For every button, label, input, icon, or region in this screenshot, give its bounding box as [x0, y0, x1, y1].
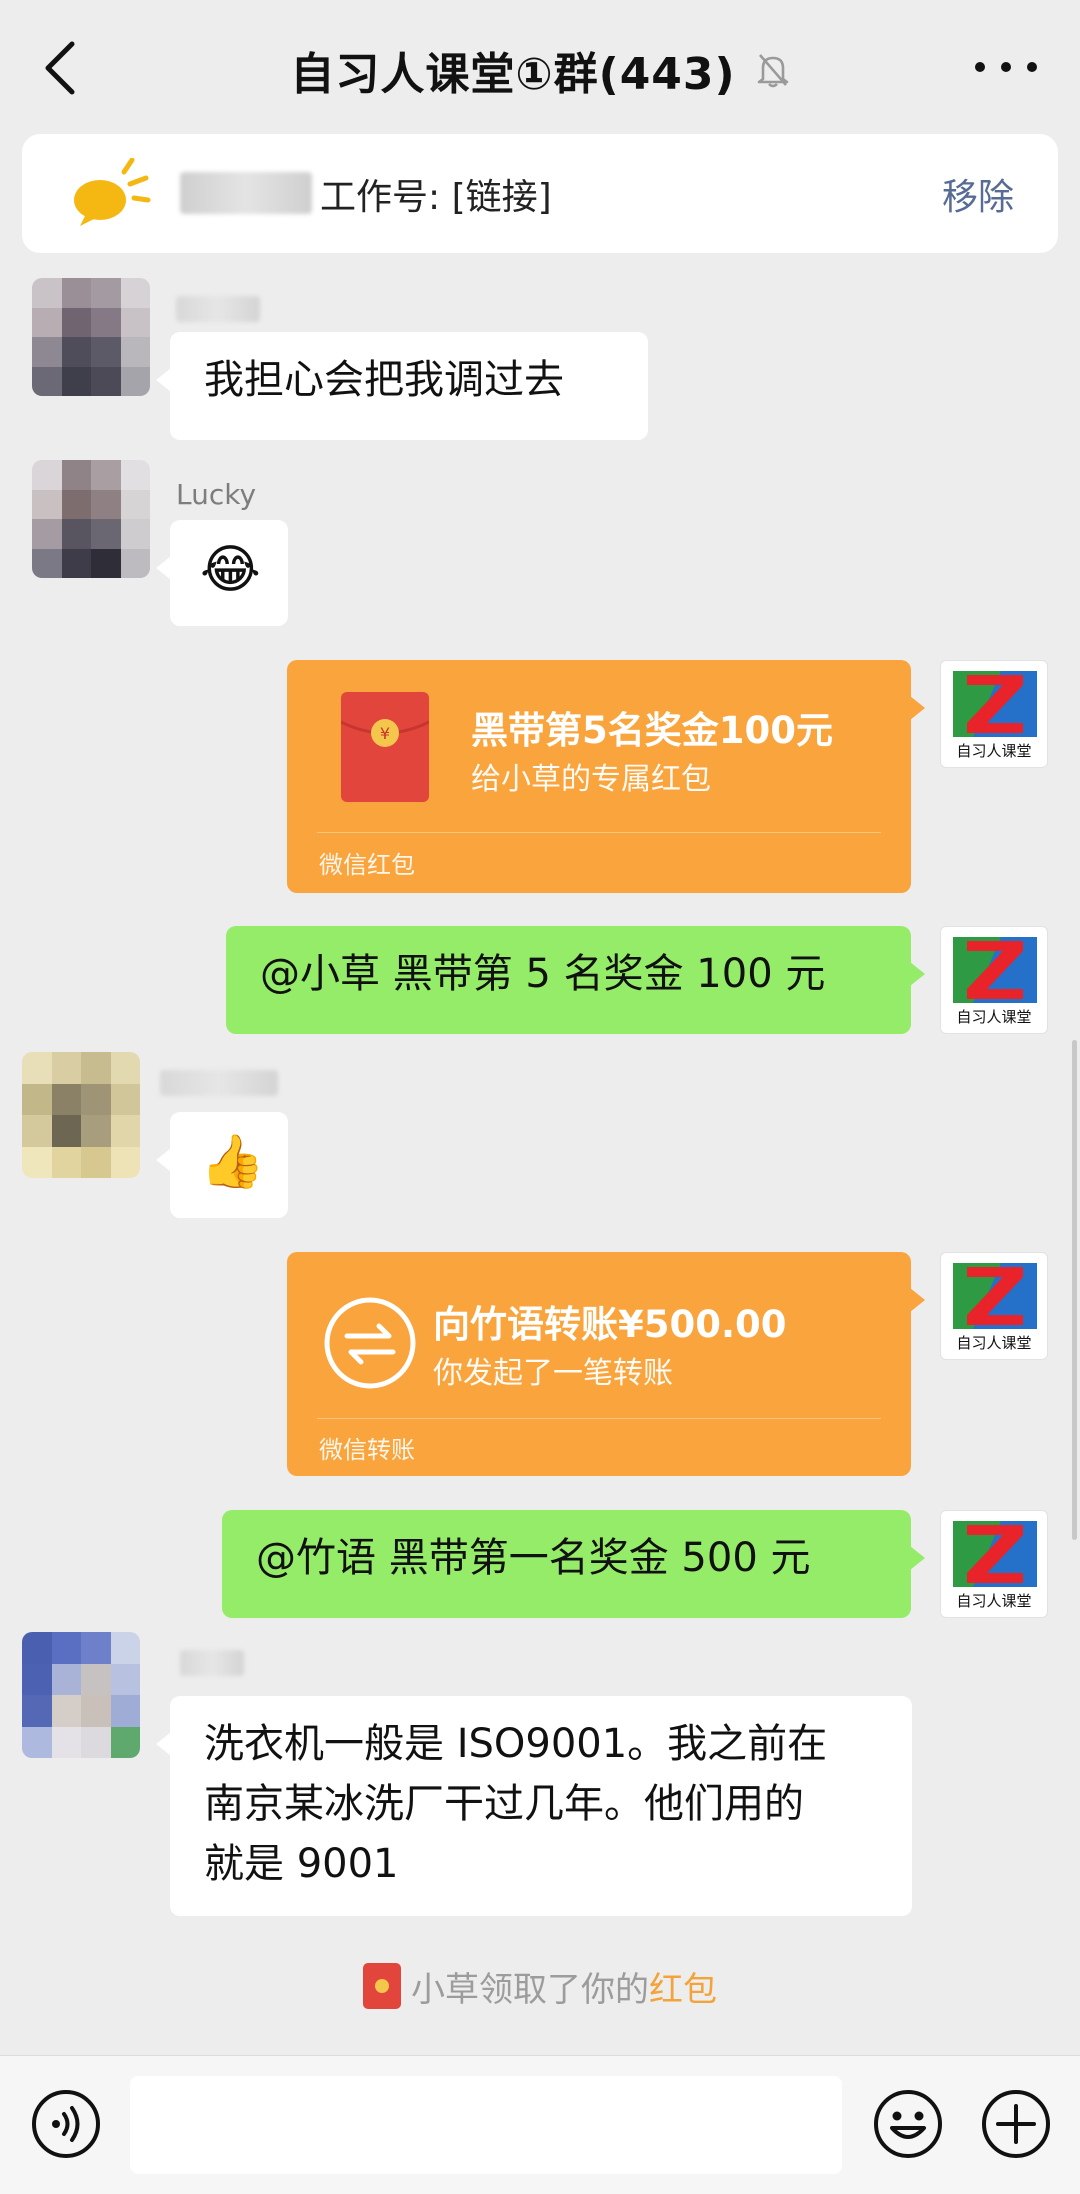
self-avatar[interactable]: 自习人课堂 — [940, 1252, 1048, 1360]
self-avatar[interactable]: 自习人课堂 — [940, 660, 1048, 768]
message-text: @小草 黑带第 5 名奖金 100 元 — [260, 951, 826, 997]
red-packet-title: 黑带第5名奖金100元 — [471, 709, 833, 752]
message-bubble-self[interactable]: @小草 黑带第 5 名奖金 100 元 — [226, 926, 925, 1034]
sender-name-blurred — [180, 1650, 244, 1676]
transfer-icon — [324, 1297, 416, 1389]
red-packet-subtitle: 给小草的专属红包 — [471, 762, 711, 797]
transfer-subtitle: 你发起了一笔转账 — [433, 1356, 673, 1391]
z-logo-icon — [953, 1263, 1037, 1329]
self-avatar-label: 自习人课堂 — [956, 742, 1032, 760]
z-logo-icon — [953, 671, 1037, 737]
svg-text:¥: ¥ — [380, 724, 390, 743]
self-avatar[interactable]: 自习人课堂 — [940, 1510, 1048, 1618]
blurred-name — [180, 172, 312, 214]
sender-name: Lucky — [176, 478, 257, 511]
transfer-title: 向竹语转账¥500.00 — [433, 1303, 787, 1346]
avatar[interactable] — [22, 1632, 140, 1758]
chat-title: 自习人课堂①群(443) — [290, 49, 736, 100]
system-note: 小草领取了你的红包 — [0, 1962, 1080, 2011]
red-packet-footer: 微信红包 — [319, 851, 415, 879]
self-avatar-label: 自习人课堂 — [956, 1008, 1032, 1026]
plus-circle-icon[interactable] — [980, 2088, 1052, 2160]
laughing-emoji: 😂 — [200, 540, 261, 600]
remove-link[interactable]: 移除 — [942, 168, 1014, 220]
thumbs-up-emoji: 👍 — [200, 1132, 265, 1192]
message-text: 我担心会把我调过去 — [204, 357, 564, 403]
transfer-footer: 微信转账 — [319, 1436, 415, 1464]
transfer-card[interactable]: 向竹语转账¥500.00 你发起了一笔转账 微信转账 — [287, 1252, 925, 1476]
message-line: 洗衣机一般是 ISO9001。我之前在 — [204, 1721, 828, 1767]
message-bubble[interactable]: 洗衣机一般是 ISO9001。我之前在 南京某冰洗厂干过几年。他们用的 就是 9… — [156, 1696, 912, 1916]
notice-text: 工作号: [链接] — [320, 177, 552, 218]
sender-name-blurred — [160, 1070, 278, 1096]
emoji-bubble[interactable]: 👍 — [156, 1112, 288, 1218]
red-packet-card[interactable]: ¥ 黑带第5名奖金100元 给小草的专属红包 微信红包 — [287, 660, 925, 893]
scrollbar[interactable] — [1072, 1040, 1077, 1540]
voice-icon[interactable] — [30, 2088, 102, 2160]
avatar[interactable] — [32, 278, 150, 396]
card-divider — [317, 832, 881, 833]
chat-title-wrap: 自习人课堂①群(443) — [0, 38, 1080, 102]
z-logo-icon — [953, 937, 1037, 1003]
z-logo-icon — [953, 1521, 1037, 1587]
bell-off-icon — [757, 54, 788, 88]
message-bubble[interactable]: 我担心会把我调过去 — [156, 332, 648, 440]
red-packet-small-icon — [363, 1963, 401, 2009]
message-input[interactable] — [130, 2076, 842, 2174]
self-avatar-label: 自习人课堂 — [956, 1334, 1032, 1352]
message-line: 就是 9001 — [204, 1841, 399, 1887]
message-text: @竹语 黑带第一名奖金 500 元 — [256, 1535, 811, 1581]
avatar[interactable] — [32, 460, 150, 578]
red-packet-icon: ¥ — [341, 692, 429, 802]
system-note-link[interactable]: 红包 — [649, 1970, 717, 2010]
message-bubble-self[interactable]: @竹语 黑带第一名奖金 500 元 — [222, 1510, 925, 1618]
smile-icon[interactable] — [872, 2088, 944, 2160]
pinned-notice[interactable]: 工作号: [链接] 移除 — [22, 134, 1058, 253]
emoji-bubble[interactable]: 😂 — [156, 520, 288, 626]
card-divider — [317, 1418, 881, 1419]
input-bar — [0, 2055, 1080, 2194]
system-note-text: 小草领取了你的 — [411, 1970, 649, 2010]
self-avatar-label: 自习人课堂 — [956, 1592, 1032, 1610]
self-avatar[interactable]: 自习人课堂 — [940, 926, 1048, 1034]
chat-header: 自习人课堂①群(443) — [0, 0, 1080, 134]
sender-name-blurred — [176, 296, 260, 322]
avatar[interactable] — [22, 1052, 140, 1178]
message-line: 南京某冰洗厂干过几年。他们用的 — [204, 1781, 804, 1827]
bulb-icon — [74, 158, 151, 226]
more-horizontal-icon[interactable] — [970, 52, 1042, 82]
